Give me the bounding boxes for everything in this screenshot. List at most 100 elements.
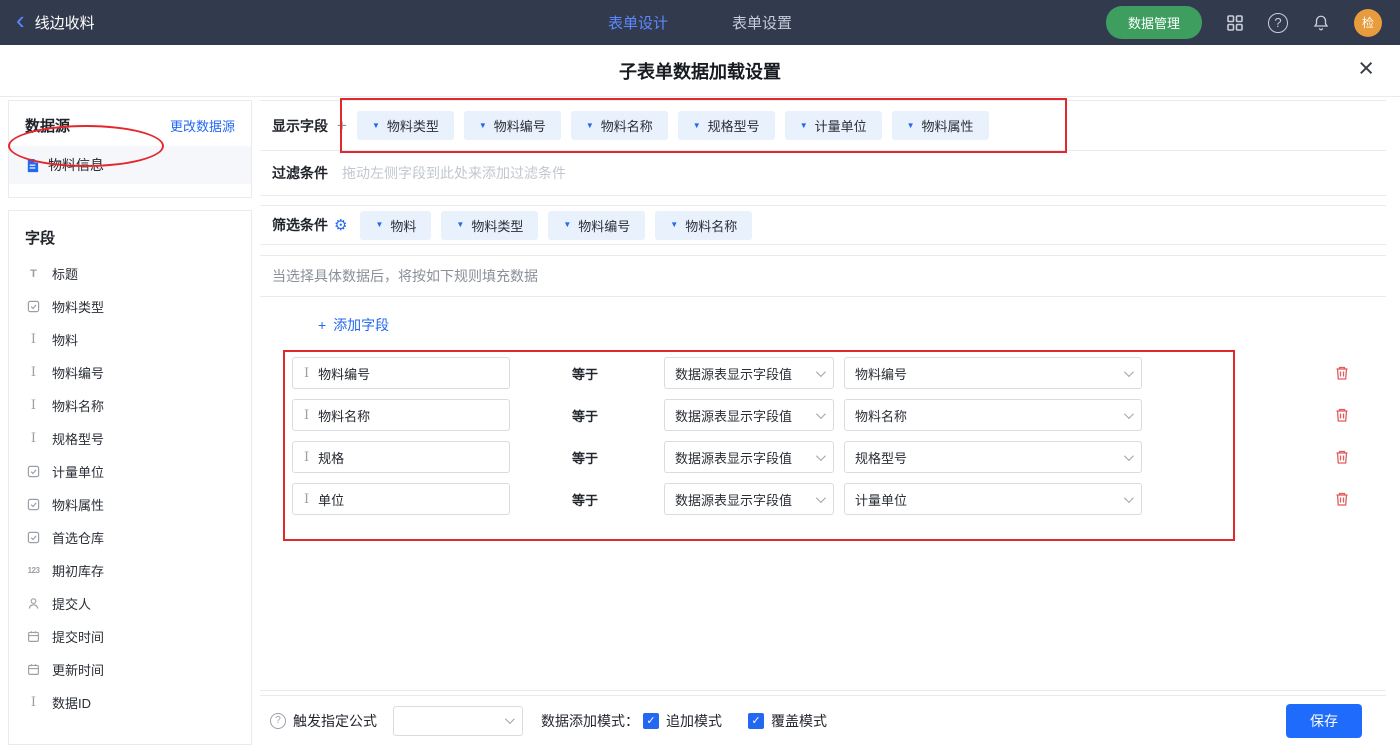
value-select[interactable]: 物料名称 — [844, 399, 1142, 431]
back-label: 线边收料 — [35, 12, 95, 33]
footer-bar: ? 触发指定公式 数据添加模式： ✓ 追加模式 ✓ 覆盖模式 保存 — [260, 695, 1386, 745]
chevron-down-icon: ▼ — [907, 122, 915, 130]
target-field-box[interactable]: I 物料编号 — [292, 357, 510, 389]
value-select-value: 物料编号 — [855, 364, 907, 383]
display-field-chip[interactable]: ▼ 物料类型 — [357, 111, 454, 140]
target-field-box[interactable]: I 规格 — [292, 441, 510, 473]
avatar[interactable]: 检 — [1354, 9, 1382, 37]
help-icon[interactable]: ? — [1268, 13, 1288, 33]
field-label: 规格型号 — [52, 429, 104, 448]
value-select[interactable]: 物料编号 — [844, 357, 1142, 389]
operator-label: 等于 — [572, 364, 598, 383]
field-item[interactable]: T I 123 物料属性 — [9, 488, 251, 521]
field-item[interactable]: T I 123 期初库存 — [9, 554, 251, 587]
field-item[interactable]: T I 123 数据ID — [9, 686, 251, 719]
field-label: 提交时间 — [52, 627, 104, 646]
trash-icon[interactable] — [1334, 491, 1350, 507]
source-select-value: 数据源表显示字段值 — [675, 490, 792, 509]
data-manage-button[interactable]: 数据管理 — [1106, 6, 1202, 39]
display-field-chip[interactable]: ▼ 物料名称 — [571, 111, 668, 140]
datasource-header: 数据源 更改数据源 — [9, 101, 251, 146]
target-field-label: 规格 — [318, 448, 344, 467]
change-datasource-link[interactable]: 更改数据源 — [170, 116, 235, 135]
chevron-down-icon: ▼ — [372, 122, 380, 130]
filter-dropzone[interactable]: 拖动左侧字段到此处来添加过滤条件 — [342, 163, 566, 183]
chip-label: 计量单位 — [815, 116, 867, 135]
tab-form-settings[interactable]: 表单设置 — [732, 12, 792, 33]
check-mark: ✓ — [646, 714, 655, 727]
trash-icon[interactable] — [1334, 365, 1350, 381]
value-select[interactable]: 计量单位 — [844, 483, 1142, 515]
value-select-value: 规格型号 — [855, 448, 907, 467]
heading-field-icon: T — [30, 268, 37, 280]
field-type-icon: T I 123 — [25, 465, 42, 478]
chevron-down-icon — [1124, 409, 1134, 419]
field-item[interactable]: T I 123 物料名称 — [9, 389, 251, 422]
help-icon[interactable]: ? — [270, 713, 286, 729]
chevron-down-icon — [816, 409, 826, 419]
trash-icon[interactable] — [1334, 407, 1350, 423]
save-button[interactable]: 保存 — [1286, 704, 1362, 738]
calendar-field-icon — [27, 630, 40, 643]
field-item[interactable]: T I 123 物料类型 — [9, 290, 251, 323]
field-item[interactable]: T I 123 提交时间 — [9, 620, 251, 653]
screen-field-chip[interactable]: ▼ 物料类型 — [441, 211, 538, 240]
field-item[interactable]: T I 123 物料 — [9, 323, 251, 356]
back-nav[interactable]: ‹ 线边收料 — [0, 12, 95, 33]
screen-field-chip[interactable]: ▼ 物料 — [360, 211, 431, 240]
datasource-item[interactable]: 物料信息 — [9, 146, 251, 184]
datasource-title: 数据源 — [25, 115, 70, 136]
add-field-button[interactable]: + 添加字段 — [318, 315, 389, 335]
source-select[interactable]: 数据源表显示字段值 — [664, 399, 834, 431]
chip-label: 物料编号 — [578, 216, 630, 235]
field-label: 物料名称 — [52, 396, 104, 415]
mapping-row: I 物料编号 等于 数据源表显示字段值 物料编号 — [292, 357, 1350, 389]
value-select-value: 计量单位 — [855, 490, 907, 509]
mode-checkbox-option[interactable]: ✓ 覆盖模式 — [748, 711, 827, 731]
fields-panel: 字段 T I 123 标题 — [8, 210, 252, 745]
gear-icon[interactable]: ⚙ — [334, 218, 347, 233]
field-item[interactable]: T I 123 规格型号 — [9, 422, 251, 455]
add-display-field-button[interactable]: + — [337, 116, 347, 136]
rules-body: + 添加字段 I 物料编号 等于 数据源表显示字段值 物料编号 — [260, 297, 1386, 515]
screen-field-chips: ▼ 物料 ▼ 物料类型 ▼ 物料编号 ▼ 物料名称 — [360, 211, 752, 240]
source-select[interactable]: 数据源表显示字段值 — [664, 357, 834, 389]
chevron-down-icon: ▼ — [563, 221, 571, 229]
operator-label: 等于 — [572, 490, 598, 509]
display-field-chip[interactable]: ▼ 规格型号 — [678, 111, 775, 140]
screen-field-chip[interactable]: ▼ 物料名称 — [655, 211, 752, 240]
display-field-chip[interactable]: ▼ 物料属性 — [892, 111, 989, 140]
trash-icon[interactable] — [1334, 449, 1350, 465]
text-field-icon: I — [304, 450, 309, 465]
target-field-label: 单位 — [318, 490, 344, 509]
formula-select[interactable] — [393, 706, 523, 736]
field-item[interactable]: T I 123 计量单位 — [9, 455, 251, 488]
target-field-box[interactable]: I 单位 — [292, 483, 510, 515]
tab-form-design[interactable]: 表单设计 — [608, 12, 668, 33]
field-type-icon: T I 123 — [25, 332, 42, 347]
field-item[interactable]: T I 123 提交人 — [9, 587, 251, 620]
chevron-down-icon: ▼ — [670, 221, 678, 229]
field-label: 计量单位 — [52, 462, 104, 481]
field-item[interactable]: T I 123 首选仓库 — [9, 521, 251, 554]
target-field-box[interactable]: I 物料名称 — [292, 399, 510, 431]
screen-field-chip[interactable]: ▼ 物料编号 — [548, 211, 645, 240]
value-select[interactable]: 规格型号 — [844, 441, 1142, 473]
mode-checkbox-option[interactable]: ✓ 追加模式 — [643, 711, 722, 731]
checkbox-icon[interactable]: ✓ — [748, 713, 764, 729]
checkbox-icon[interactable]: ✓ — [643, 713, 659, 729]
source-select[interactable]: 数据源表显示字段值 — [664, 441, 834, 473]
field-item[interactable]: T I 123 更新时间 — [9, 653, 251, 686]
close-icon[interactable]: × — [1358, 55, 1374, 82]
source-select[interactable]: 数据源表显示字段值 — [664, 483, 834, 515]
select-field-icon — [27, 465, 40, 478]
apps-icon[interactable] — [1226, 14, 1244, 32]
display-field-chip[interactable]: ▼ 物料编号 — [464, 111, 561, 140]
text-field-icon: I — [31, 398, 36, 413]
field-item[interactable]: T I 123 物料编号 — [9, 356, 251, 389]
field-item[interactable]: T I 123 标题 — [9, 257, 251, 290]
text-field-icon: I — [304, 366, 309, 381]
bell-icon[interactable] — [1312, 14, 1330, 32]
target-field-label: 物料名称 — [318, 406, 370, 425]
display-field-chip[interactable]: ▼ 计量单位 — [785, 111, 882, 140]
